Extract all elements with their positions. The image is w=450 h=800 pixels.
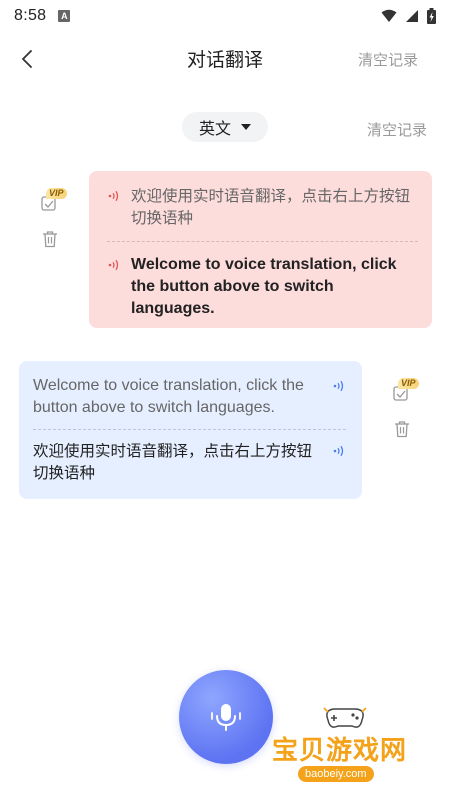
trash-icon: [395, 421, 409, 438]
vip-badge: VIP: [398, 378, 419, 389]
source-row: Welcome to voice translation, click the …: [33, 375, 346, 419]
translated-text: 欢迎使用实时语音翻译，点击右上方按钮切换语种: [33, 442, 313, 482]
speaker-icon[interactable]: [107, 189, 121, 203]
vip-badge: VIP: [46, 188, 67, 199]
caret-down-icon: [241, 124, 251, 130]
app-header: 对话翻译 清空记录: [0, 32, 450, 86]
speaker-icon[interactable]: [332, 444, 346, 458]
notification-a-icon: A: [58, 10, 71, 22]
screen: 8:58 A 对话翻译 清空记录 英文 清空记录 VIP 欢迎使用实时语音翻译，…: [0, 0, 450, 800]
signal-icon: [406, 10, 418, 22]
battery-icon: [427, 8, 436, 24]
site-watermark: 宝贝游戏网 baobeiy.com: [272, 704, 422, 794]
speaker-icon[interactable]: [107, 258, 121, 272]
divider: [33, 429, 346, 430]
gamepad-icon: [323, 707, 367, 728]
clear-records-button[interactable]: 清空记录: [367, 119, 427, 140]
delete-message-button[interactable]: [390, 420, 420, 444]
message-2-tools: VIP: [390, 378, 420, 444]
divider: [107, 241, 418, 242]
source-text: 欢迎使用实时语音翻译，点击右上方按钮切换语种: [131, 187, 411, 227]
header-clear-records-button[interactable]: 清空记录: [358, 49, 418, 70]
speaker-icon[interactable]: [332, 379, 346, 393]
translation-row: 欢迎使用实时语音翻译，点击右上方按钮切换语种: [33, 440, 346, 484]
wifi-icon: [381, 9, 397, 22]
watermark-title: 宝贝游戏网: [272, 736, 408, 766]
message-bubble-right: 欢迎使用实时语音翻译，点击右上方按钮切换语种 Welcome to voice …: [89, 171, 432, 328]
selected-language: 英文: [198, 119, 231, 138]
microphone-icon: [211, 704, 241, 731]
source-row: 欢迎使用实时语音翻译，点击右上方按钮切换语种: [107, 185, 418, 229]
status-time: 8:58: [14, 7, 47, 24]
message-1-tools: VIP: [38, 188, 68, 254]
vip-edit-button[interactable]: VIP: [38, 188, 68, 216]
status-icons: [381, 8, 436, 24]
translated-text: Welcome to voice translation, click the …: [131, 256, 397, 317]
status-bar: 8:58 A: [0, 0, 450, 32]
trash-icon: [43, 231, 57, 248]
language-selector[interactable]: 英文: [182, 112, 268, 142]
microphone-button[interactable]: [179, 670, 273, 764]
source-text: Welcome to voice translation, click the …: [33, 377, 304, 416]
translation-row: Welcome to voice translation, click the …: [107, 254, 418, 320]
watermark-url: baobeiy.com: [298, 766, 374, 782]
delete-message-button[interactable]: [38, 230, 68, 254]
vip-edit-button[interactable]: VIP: [390, 378, 420, 406]
message-bubble-left: Welcome to voice translation, click the …: [19, 361, 362, 499]
